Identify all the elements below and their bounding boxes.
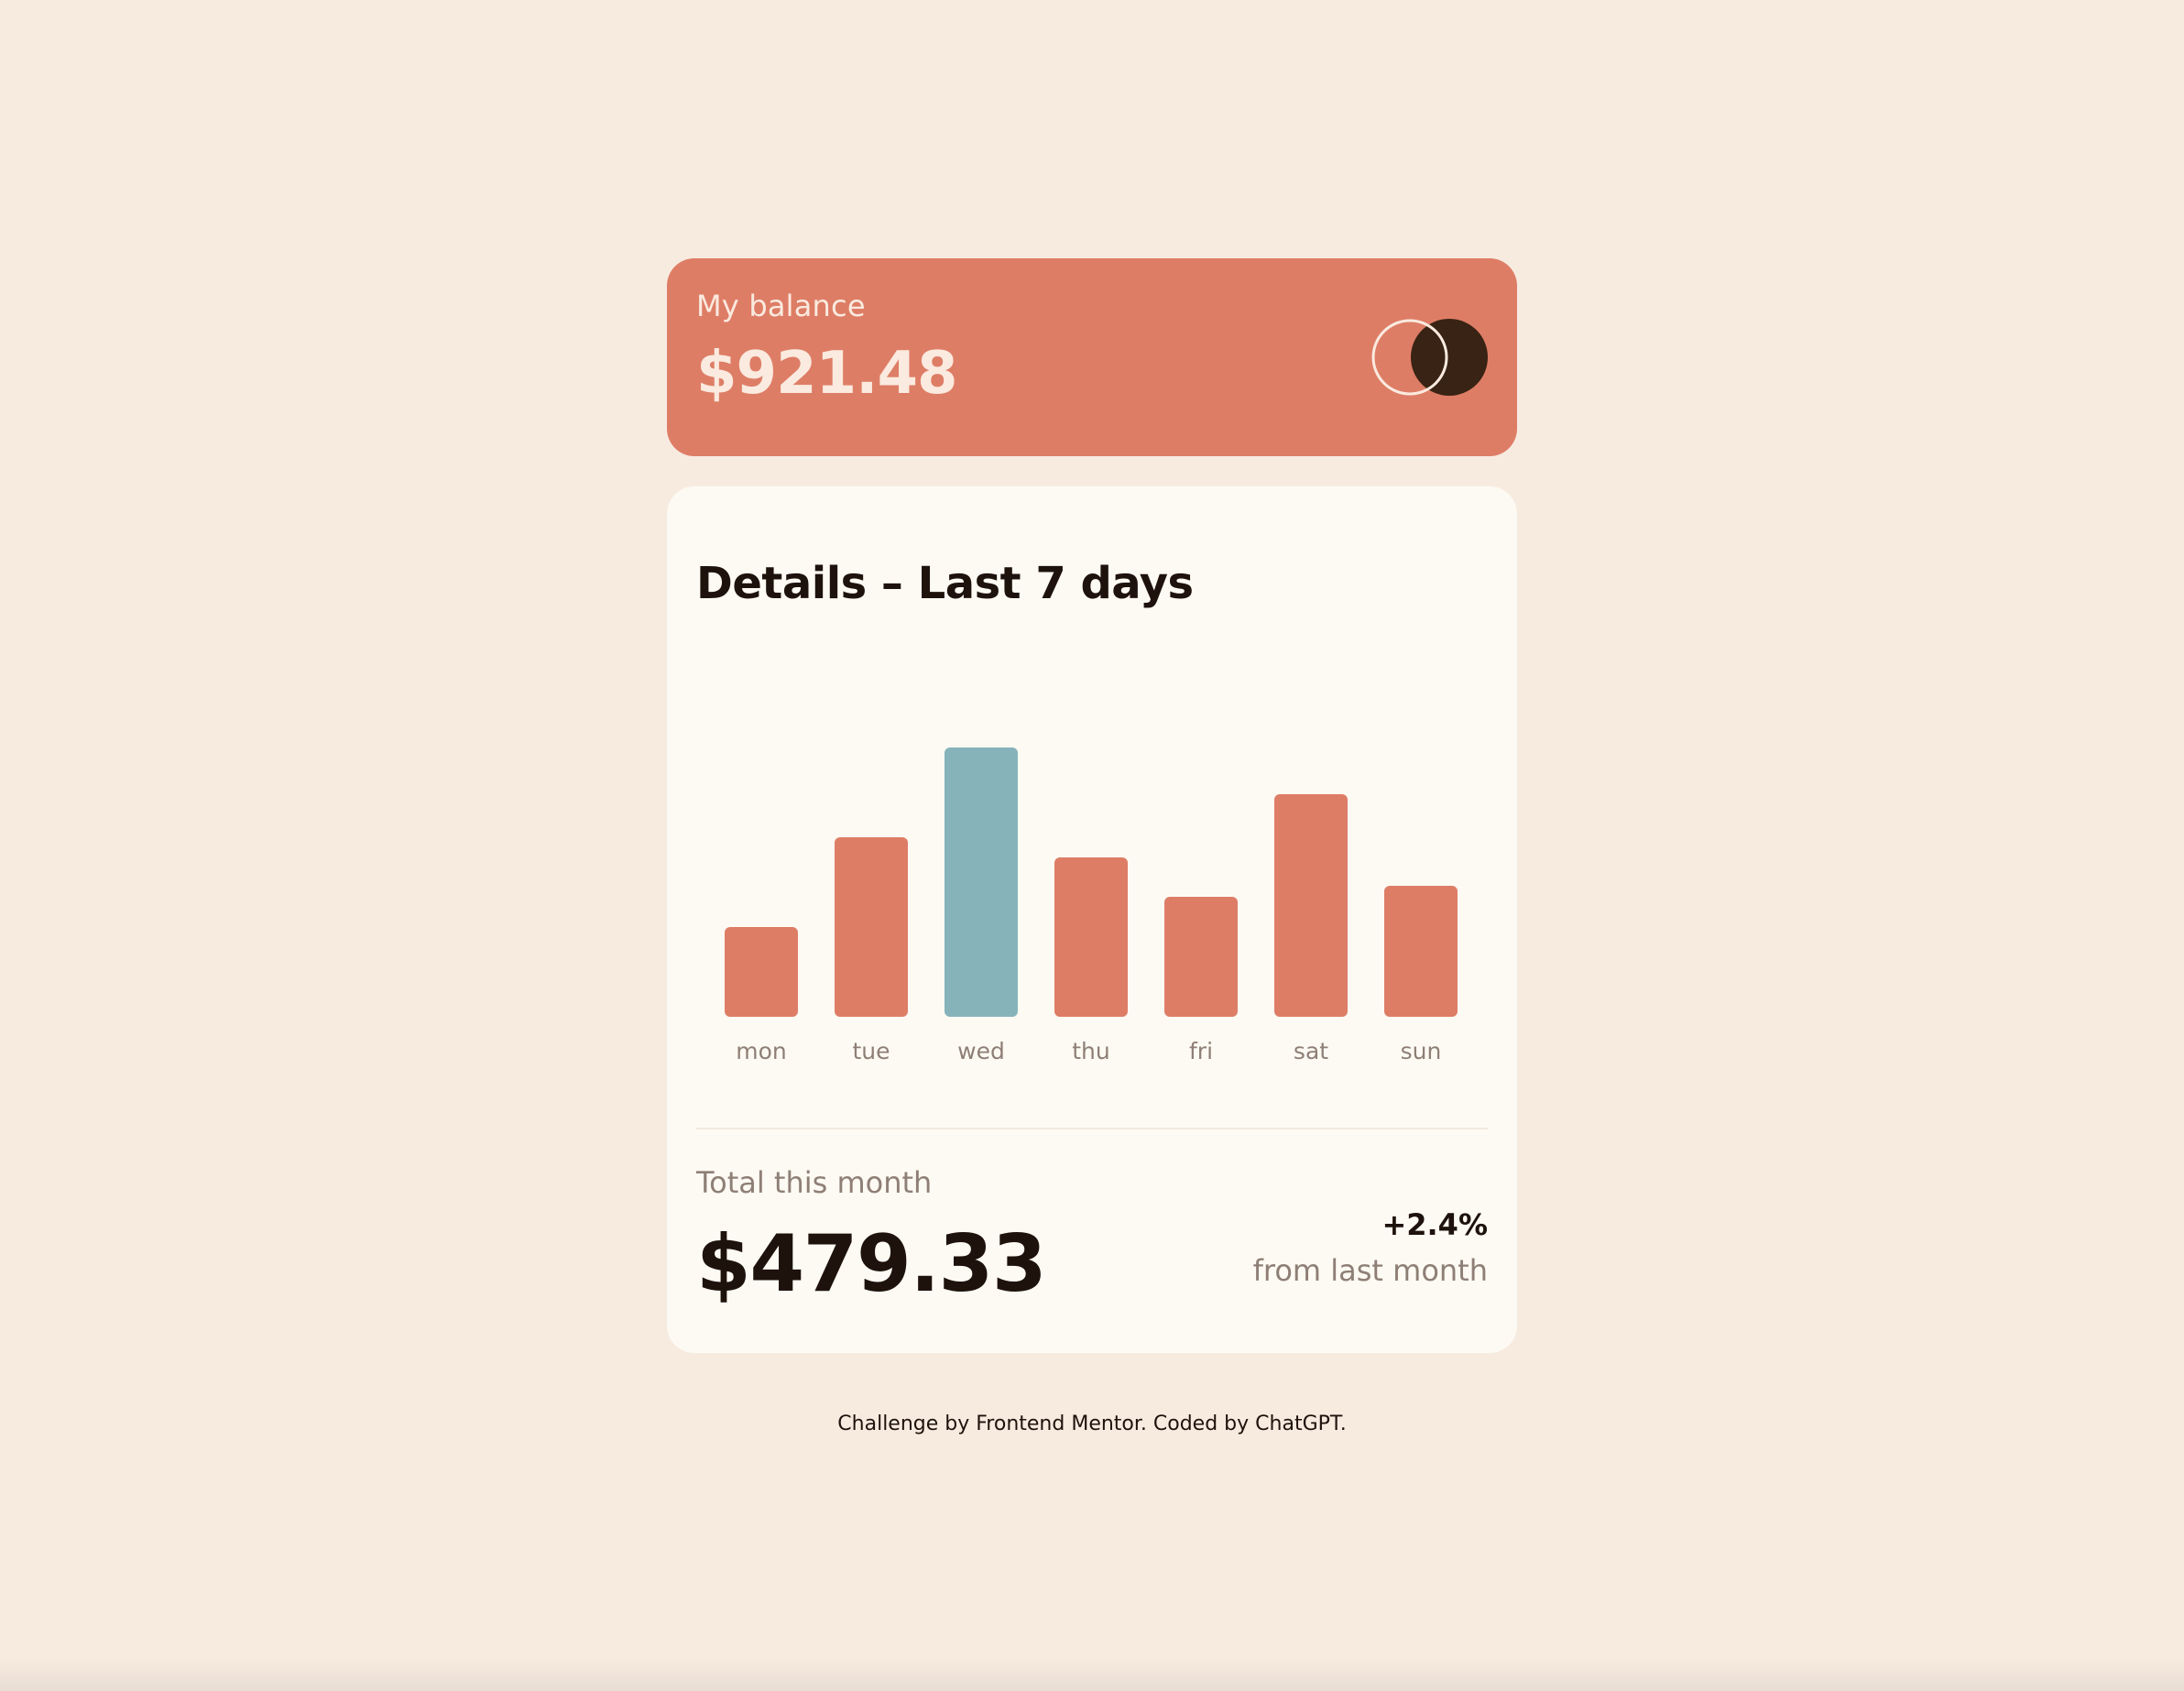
bar-fri[interactable] <box>1164 897 1238 1017</box>
bar-tue[interactable] <box>835 837 908 1017</box>
day-label-wed: wed <box>957 1038 1005 1064</box>
total-label: Total this month <box>696 1165 933 1200</box>
day-label-sun: sun <box>1401 1038 1442 1064</box>
divider <box>696 1128 1488 1129</box>
day-label-mon: mon <box>736 1038 787 1064</box>
change-value: +2.4% <box>1381 1207 1488 1242</box>
total-amount: $479.33 <box>696 1218 1047 1310</box>
bar-thu[interactable] <box>1054 857 1128 1017</box>
bottom-edge-shadow <box>0 1658 2184 1691</box>
bar-wed[interactable] <box>945 747 1018 1017</box>
overlapping-circles-logo-icon <box>1370 318 1490 397</box>
balance-label: My balance <box>696 289 866 323</box>
bar-mon[interactable] <box>725 927 798 1017</box>
day-label-tue: tue <box>852 1038 890 1064</box>
day-label-fri: fri <box>1189 1038 1213 1064</box>
spending-details-card: Details – Last 7 days mon tue wed thu fri sat… <box>667 486 1517 1353</box>
attribution-text: Challenge by Frontend Mentor. Coded by C… <box>837 1413 1347 1435</box>
change-label: from last month <box>1252 1253 1488 1288</box>
balance-amount: $921.48 <box>696 340 957 408</box>
balance-card: My balance $921.48 <box>667 258 1517 456</box>
day-label-thu: thu <box>1072 1038 1110 1064</box>
bar-sun[interactable] <box>1384 886 1458 1017</box>
bar-sat[interactable] <box>1274 794 1348 1017</box>
day-label-sat: sat <box>1294 1038 1328 1064</box>
